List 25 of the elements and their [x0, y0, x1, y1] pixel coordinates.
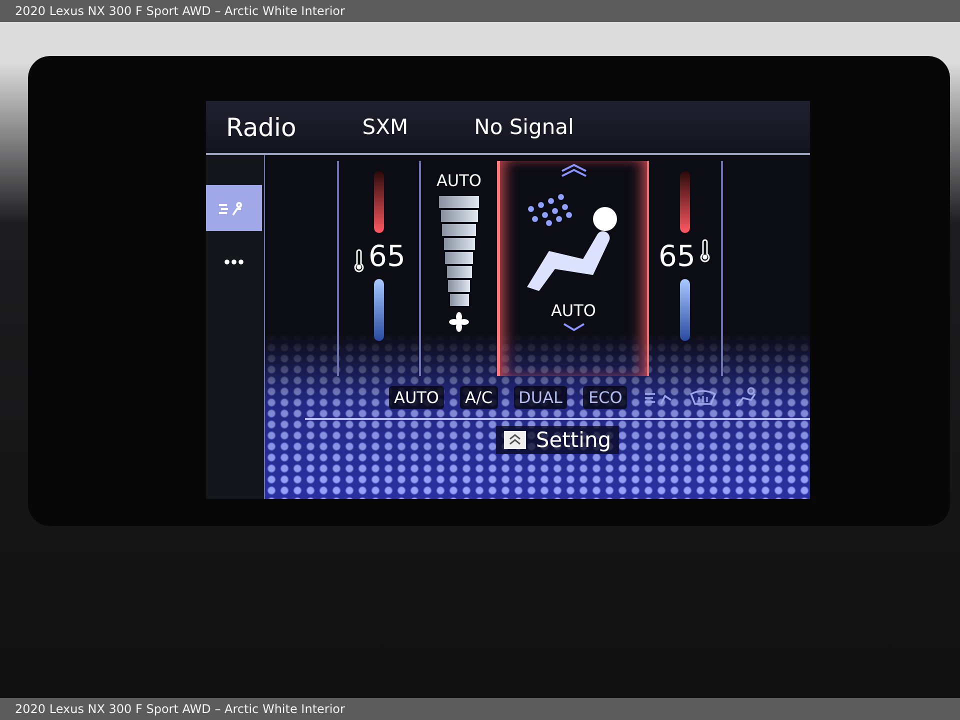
airflow-mode-label: AUTO [550, 301, 596, 320]
header-label[interactable]: SXM [362, 115, 408, 139]
fan-icon [449, 312, 469, 332]
header-label[interactable]: Radio [226, 112, 296, 142]
thermometer-icon [352, 249, 365, 273]
fan-speed-meter[interactable] [439, 196, 479, 306]
header-label[interactable]: No Signal [474, 115, 574, 139]
setting-button[interactable]: Setting [496, 426, 620, 454]
chevron-down-icon[interactable] [562, 322, 586, 332]
cool-bar [374, 279, 384, 341]
temperature-value[interactable]: 65 [658, 239, 696, 273]
heat-bar [680, 171, 690, 233]
climate-option[interactable]: A/C [460, 386, 498, 408]
chevron-up-icon[interactable] [560, 163, 588, 177]
caption-text: 2020 Lexus NX 300 F Sport AWD – Arctic White Interior [15, 4, 345, 18]
caption-text: 2020 Lexus NX 300 F Sport AWD – Arctic White Interior [15, 702, 345, 716]
more-dots-icon [224, 259, 244, 265]
climate-option[interactable]: AUTO [389, 386, 444, 408]
fan-mode-label: AUTO [436, 171, 482, 190]
double-chevron-up-icon [504, 431, 526, 449]
heat-bar [374, 171, 384, 233]
windshield-defrost-icon[interactable] [689, 388, 718, 406]
thermometer-icon [699, 239, 712, 263]
temperature-value[interactable]: 65 [368, 239, 406, 273]
cool-bar [680, 279, 690, 341]
